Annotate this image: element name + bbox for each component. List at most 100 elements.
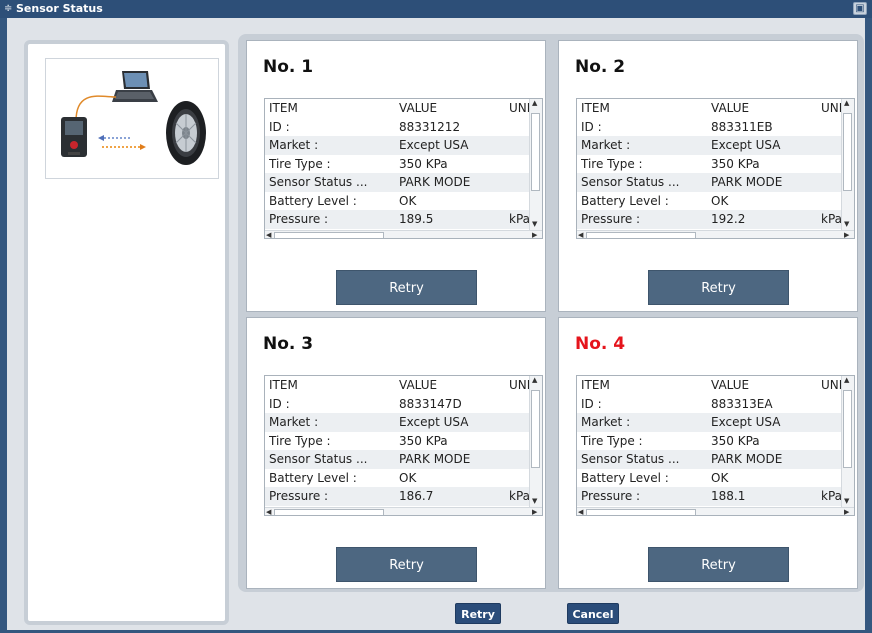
row-unit: kPa	[509, 489, 530, 503]
row-item: Market :	[581, 415, 631, 429]
header-item: ITEM	[269, 378, 298, 392]
table-row[interactable]: ID : 883313EA	[577, 395, 849, 414]
scroll-up-icon[interactable]: ▲	[844, 99, 849, 107]
header-value: VALUE	[399, 378, 438, 392]
retry-button[interactable]: Retry	[648, 547, 789, 582]
table-row[interactable]: Tire Type : 350 KPa	[577, 432, 849, 451]
tire-icon	[166, 101, 206, 165]
table-row[interactable]: Market : Except USA	[577, 413, 849, 432]
scroll-left-icon[interactable]: ◀	[266, 508, 271, 515]
scroll-thumb[interactable]	[843, 390, 852, 468]
table-row[interactable]: Battery Level : OK	[265, 192, 537, 211]
row-unit: kPa	[509, 212, 530, 226]
row-value: PARK MODE	[711, 452, 783, 466]
table-row[interactable]: Pressure : 188.1 kPa	[577, 487, 849, 506]
table-row[interactable]: Battery Level : OK	[577, 192, 849, 211]
scroll-left-icon[interactable]: ◀	[578, 231, 583, 238]
table-row[interactable]: Pressure : 186.7 kPa	[265, 487, 537, 506]
header-value: VALUE	[711, 101, 750, 115]
row-value: 350 KPa	[711, 156, 760, 171]
scroll-right-icon[interactable]: ▶	[844, 231, 849, 238]
row-value: PARK MODE	[399, 175, 471, 189]
vertical-scrollbar[interactable]: ▲ ▼	[841, 99, 854, 230]
table-row[interactable]: Market : Except USA	[265, 136, 537, 155]
cancel-button[interactable]: Cancel	[567, 603, 619, 624]
vertical-scrollbar[interactable]: ▲ ▼	[841, 376, 854, 507]
retry-button[interactable]: Retry	[336, 270, 477, 305]
table-row[interactable]: ID : 88331212	[265, 118, 537, 137]
vertical-scrollbar[interactable]: ▲ ▼	[529, 99, 542, 230]
header-item: ITEM	[581, 101, 610, 115]
scroll-down-icon[interactable]: ▼	[844, 497, 849, 505]
tpms-illustration	[45, 58, 219, 179]
scroll-up-icon[interactable]: ▲	[532, 99, 537, 107]
table-row[interactable]: Market : Except USA	[577, 136, 849, 155]
scroll-thumb[interactable]	[586, 509, 696, 515]
sensor-data-grid[interactable]: ITEM VALUE UNIT ID : 88331212 Market : E…	[264, 98, 543, 239]
vertical-scrollbar[interactable]: ▲ ▼	[529, 376, 542, 507]
row-item: Tire Type :	[581, 433, 643, 448]
sensor-data-grid[interactable]: ITEM VALUE UNIT ID : 8833147D Market : E…	[264, 375, 543, 516]
horizontal-scrollbar[interactable]: ◀ ▶	[577, 507, 854, 515]
row-item: ID :	[581, 119, 602, 134]
horizontal-scrollbar[interactable]: ◀ ▶	[577, 230, 854, 238]
table-row[interactable]: Pressure : 192.2 kPa	[577, 210, 849, 229]
row-item: ID :	[269, 396, 290, 411]
retry-button[interactable]: Retry	[336, 547, 477, 582]
row-item: Battery Level :	[581, 470, 669, 485]
table-row[interactable]: Tire Type : 350 KPa	[577, 155, 849, 174]
sensor-cards-panel: No. 1 ITEM VALUE UNIT ID : 88331212 Mark…	[238, 34, 864, 592]
scroll-down-icon[interactable]: ▼	[844, 220, 849, 228]
row-item: Tire Type :	[581, 156, 643, 171]
row-value: PARK MODE	[711, 175, 783, 189]
scroll-thumb[interactable]	[586, 232, 696, 238]
scroll-down-icon[interactable]: ▼	[532, 220, 537, 228]
scroll-left-icon[interactable]: ◀	[266, 231, 271, 238]
table-row[interactable]: ID : 8833147D	[265, 395, 537, 414]
table-row[interactable]: Market : Except USA	[265, 413, 537, 432]
table-row[interactable]: Sensor Status ... PARK MODE	[265, 173, 537, 192]
row-item: Pressure :	[581, 489, 641, 503]
retry-button[interactable]: Retry	[648, 270, 789, 305]
table-row[interactable]: Sensor Status ... PARK MODE	[577, 173, 849, 192]
scroll-thumb[interactable]	[843, 113, 852, 191]
left-panel	[24, 40, 229, 625]
scroll-right-icon[interactable]: ▶	[532, 508, 537, 515]
table-row[interactable]: Tire Type : 350 KPa	[265, 432, 537, 451]
scroll-right-icon[interactable]: ▶	[844, 508, 849, 515]
scroll-thumb[interactable]	[274, 232, 384, 238]
horizontal-scrollbar[interactable]: ◀ ▶	[265, 230, 542, 238]
row-value: 883313EA	[711, 396, 773, 411]
scroll-up-icon[interactable]: ▲	[844, 376, 849, 384]
table-row[interactable]: Pressure : 189.5 kPa	[265, 210, 537, 229]
row-item: Tire Type :	[269, 433, 331, 448]
grid-header-row: ITEM VALUE UNIT	[265, 99, 537, 118]
scroll-thumb[interactable]	[531, 390, 540, 468]
table-row[interactable]: Sensor Status ... PARK MODE	[577, 450, 849, 469]
window-control-button[interactable]: ▣	[853, 2, 867, 15]
row-value: OK	[711, 193, 729, 208]
row-value: OK	[711, 470, 729, 485]
scroll-thumb[interactable]	[274, 509, 384, 515]
card-title: No. 2	[575, 57, 626, 77]
row-item: Battery Level :	[581, 193, 669, 208]
tpms-diagram	[61, 71, 206, 165]
table-row[interactable]: Battery Level : OK	[577, 469, 849, 488]
row-value: PARK MODE	[399, 452, 471, 466]
scroll-right-icon[interactable]: ▶	[532, 231, 537, 238]
table-row[interactable]: ID : 883311EB	[577, 118, 849, 137]
sensor-data-grid[interactable]: ITEM VALUE UNIT ID : 883313EA Market : E…	[576, 375, 855, 516]
row-item: Pressure :	[269, 212, 329, 226]
table-row[interactable]: Sensor Status ... PARK MODE	[265, 450, 537, 469]
row-value: 188.1	[711, 489, 746, 503]
horizontal-scrollbar[interactable]: ◀ ▶	[265, 507, 542, 515]
scroll-left-icon[interactable]: ◀	[578, 508, 583, 515]
table-row[interactable]: Battery Level : OK	[265, 469, 537, 488]
table-row[interactable]: Tire Type : 350 KPa	[265, 155, 537, 174]
retry-all-button[interactable]: Retry	[455, 603, 501, 624]
scroll-up-icon[interactable]: ▲	[532, 376, 537, 384]
sensor-card-2: No. 2 ITEM VALUE UNIT ID : 883311EB Mark…	[558, 40, 858, 312]
scroll-down-icon[interactable]: ▼	[532, 497, 537, 505]
sensor-data-grid[interactable]: ITEM VALUE UNIT ID : 883311EB Market : E…	[576, 98, 855, 239]
scroll-thumb[interactable]	[531, 113, 540, 191]
